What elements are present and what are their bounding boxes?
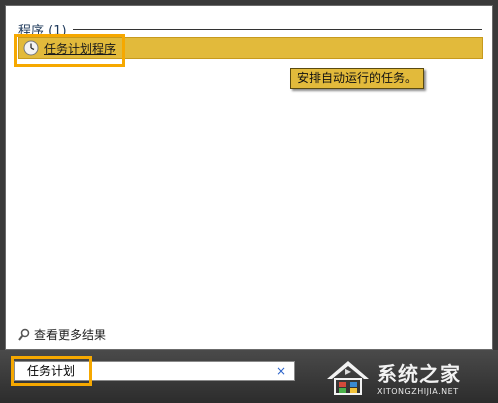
clock-icon: [23, 40, 39, 56]
result-item-label: 任务计划程序: [44, 41, 117, 56]
search-icon: [18, 328, 30, 341]
house-logo-icon: [327, 360, 369, 395]
see-more-label: 查看更多结果: [34, 328, 107, 342]
watermark-text: 系统之家 XITONGZHIJIA.NET: [377, 358, 461, 396]
see-more-results-link[interactable]: 查看更多结果: [18, 326, 106, 343]
watermark-title: 系统之家: [377, 361, 461, 386]
search-input[interactable]: 任务计划 ×: [14, 361, 295, 381]
section-title: 程序 (1): [18, 23, 67, 39]
search-value: 任务计划: [27, 364, 76, 378]
watermark: 系统之家 XITONGZHIJIA.NET: [323, 350, 498, 403]
result-tooltip: 安排自动运行的任务。: [290, 68, 425, 89]
watermark-url: XITONGZHIJIA.NET: [377, 386, 459, 396]
section-divider: [72, 28, 482, 30]
result-item-task-scheduler[interactable]: 任务计划程序: [18, 37, 483, 59]
programs-section-header: 程序 (1): [18, 20, 482, 39]
clear-icon[interactable]: ×: [276, 364, 286, 378]
